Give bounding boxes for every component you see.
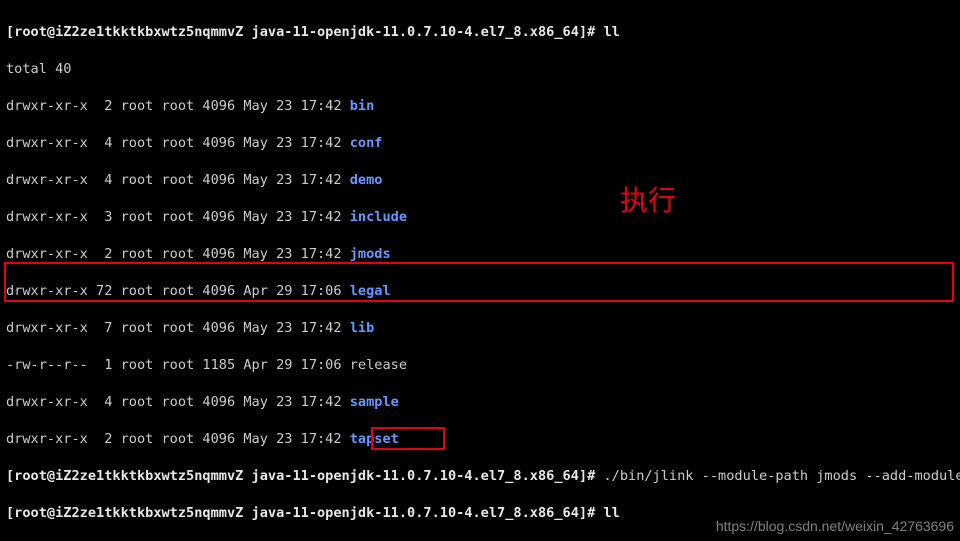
ls-row: -rw-r--r-- 1 root root 1185 Apr 29 17:06 bbox=[6, 357, 350, 373]
ls-row: drwxr-xr-x 72 root root 4096 Apr 29 17:0… bbox=[6, 283, 350, 299]
prompt-line-2: [root@iZ2ze1tkktkbxwtz5nqmmvZ java-11-op… bbox=[6, 468, 603, 484]
dir-lib: lib bbox=[350, 320, 375, 336]
dir-bin: bin bbox=[350, 98, 375, 114]
ls-row: drwxr-xr-x 4 root root 4096 May 23 17:42 bbox=[6, 135, 350, 151]
dir-include: include bbox=[350, 209, 407, 225]
dir-sample: sample bbox=[350, 394, 399, 410]
watermark-text: https://blog.csdn.net/weixin_42763696 bbox=[716, 517, 954, 536]
ls-row: drwxr-xr-x 7 root root 4096 May 23 17:42 bbox=[6, 320, 350, 336]
ls-row: drwxr-xr-x 2 root root 4096 May 23 17:42 bbox=[6, 98, 350, 114]
file-release: release bbox=[350, 357, 407, 373]
ls-row: drwxr-xr-x 2 root root 4096 May 23 17:42 bbox=[6, 246, 350, 262]
ls-row: drwxr-xr-x 4 root root 4096 May 23 17:42 bbox=[6, 172, 350, 188]
terminal[interactable]: [root@iZ2ze1tkktkbxwtz5nqmmvZ java-11-op… bbox=[0, 0, 960, 541]
annotation-label: 执行 bbox=[620, 192, 676, 211]
dir-legal: legal bbox=[350, 283, 391, 299]
jlink-command: ./bin/jlink --module-path jmods --add-mo… bbox=[603, 468, 960, 484]
prompt-line-1: [root@iZ2ze1tkktkbxwtz5nqmmvZ java-11-op… bbox=[6, 24, 620, 40]
dir-tapset: tapset bbox=[350, 431, 399, 447]
ls-row: drwxr-xr-x 2 root root 4096 May 23 17:42 bbox=[6, 431, 350, 447]
dir-jmods: jmods bbox=[350, 246, 391, 262]
dir-demo: demo bbox=[350, 172, 383, 188]
dir-conf: conf bbox=[350, 135, 383, 151]
prompt-line-3: [root@iZ2ze1tkktkbxwtz5nqmmvZ java-11-op… bbox=[6, 505, 620, 521]
total-before: total 40 bbox=[6, 61, 71, 77]
ls-row: drwxr-xr-x 3 root root 4096 May 23 17:42 bbox=[6, 209, 350, 225]
ls-row: drwxr-xr-x 4 root root 4096 May 23 17:42 bbox=[6, 394, 350, 410]
